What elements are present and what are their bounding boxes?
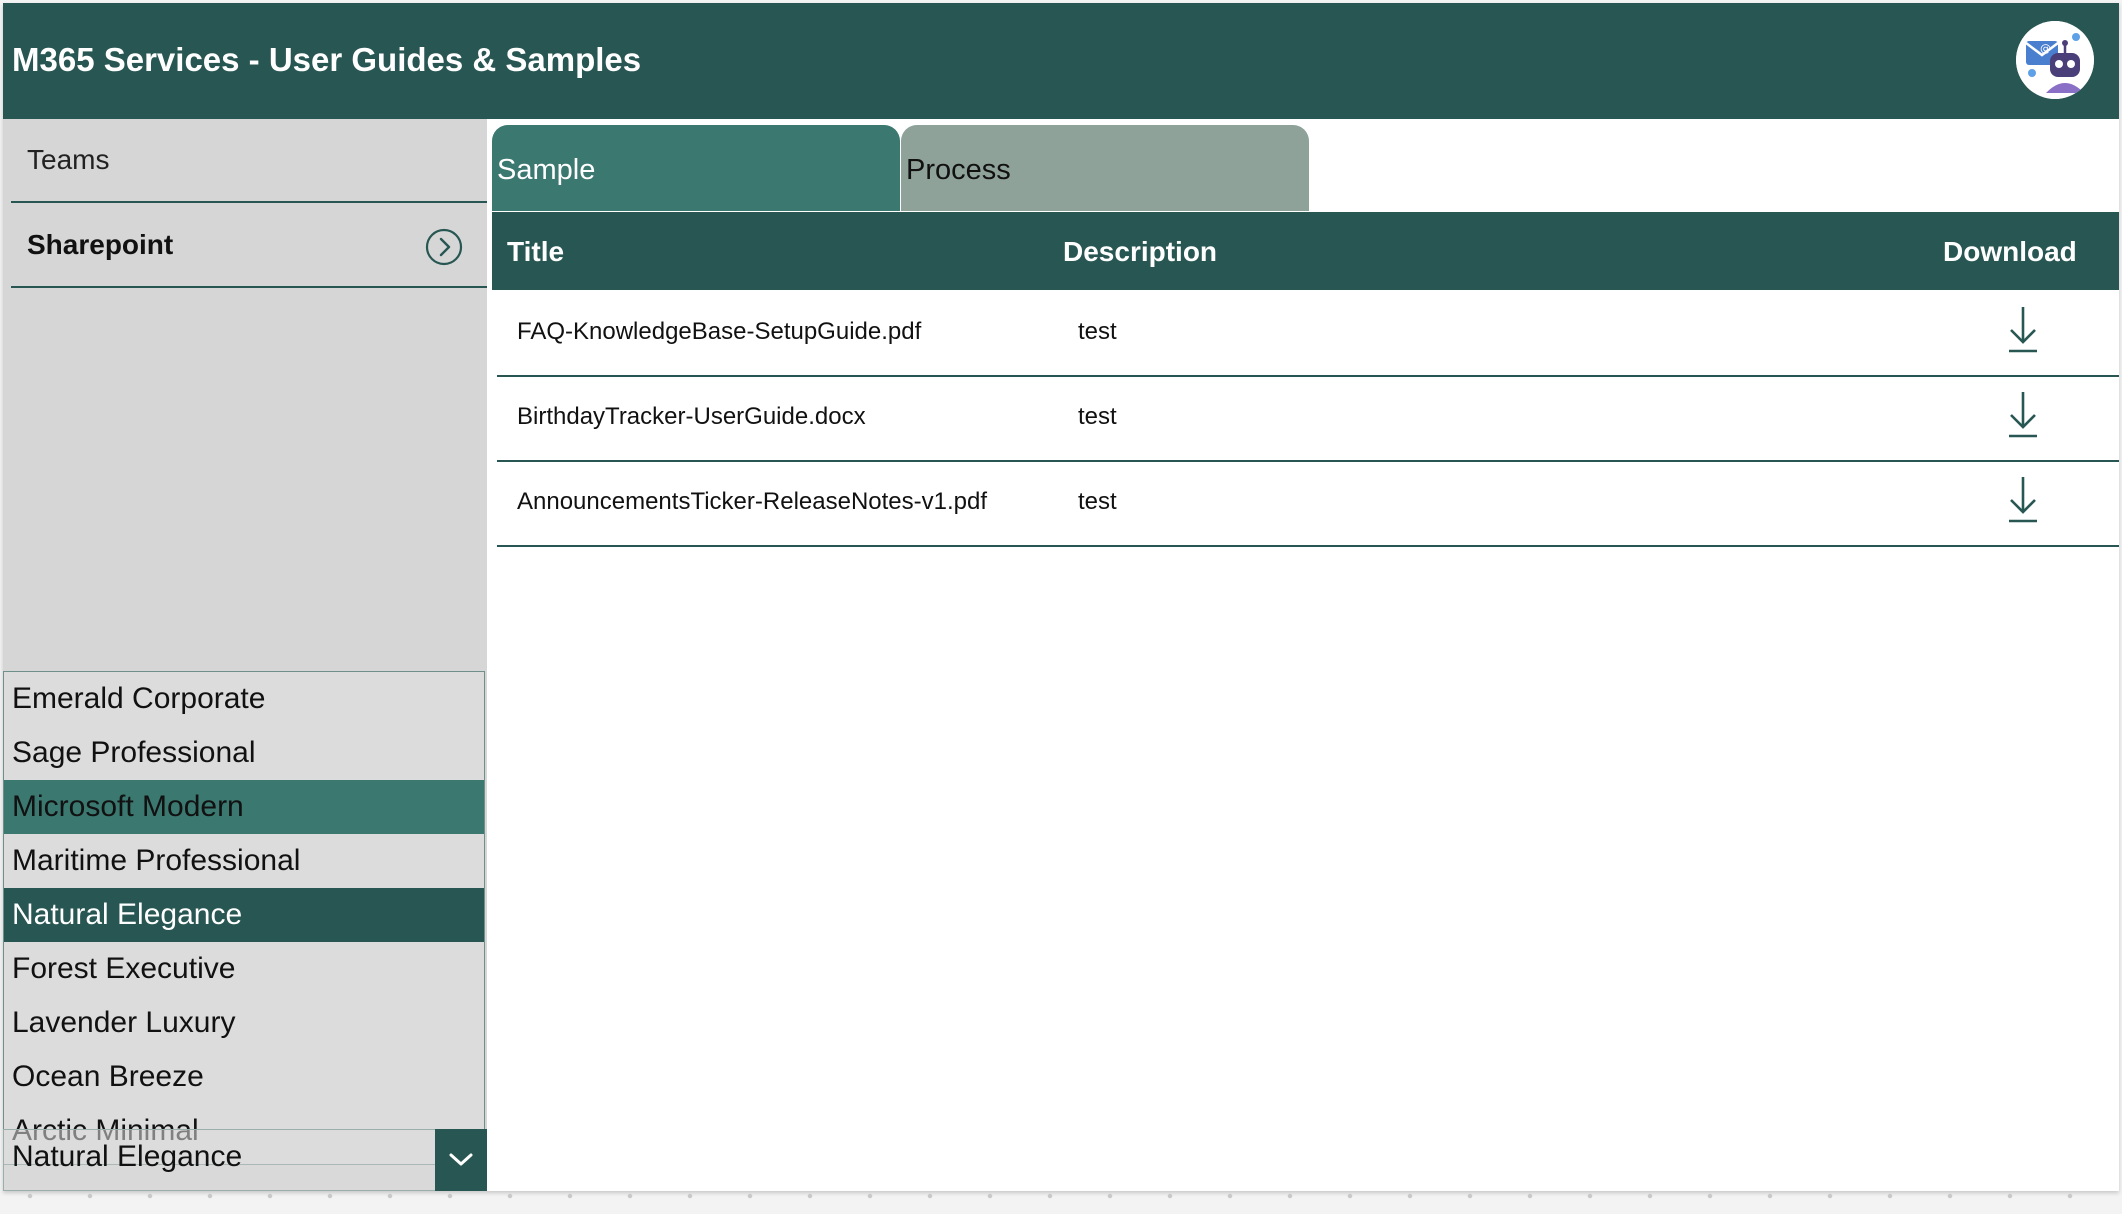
- theme-dropdown[interactable]: Natural Elegance: [3, 1129, 487, 1191]
- download-arrow-icon[interactable]: [2007, 304, 2039, 354]
- theme-option-natural-elegance[interactable]: Natural Elegance: [4, 888, 484, 942]
- row-title: FAQ-KnowledgeBase-SetupGuide.pdf: [517, 318, 922, 345]
- row-description: test: [1078, 403, 1117, 430]
- table-row: FAQ-KnowledgeBase-SetupGuide.pdf test: [497, 292, 2119, 377]
- row-description: test: [1078, 488, 1117, 515]
- row-title: AnnouncementsTicker-ReleaseNotes-v1.pdf: [517, 488, 988, 515]
- theme-option-forest-executive[interactable]: Forest Executive: [4, 942, 484, 996]
- svg-text:@: @: [2040, 42, 2051, 55]
- tab-label: Process: [906, 154, 1011, 186]
- bottom-divider: [0, 1193, 2122, 1199]
- theme-option-emerald-corporate[interactable]: Emerald Corporate: [4, 672, 484, 726]
- tab-label: Sample: [497, 154, 596, 186]
- download-arrow-icon[interactable]: [2007, 474, 2039, 524]
- theme-dropdown-value: Natural Elegance: [12, 1140, 243, 1173]
- column-header-description: Description: [1063, 236, 1218, 267]
- sidebar-item-sharepoint[interactable]: Sharepoint: [11, 204, 487, 288]
- app-window: M365 Services - User Guides & Samples @ …: [3, 3, 2119, 1191]
- table-row: AnnouncementsTicker-ReleaseNotes-v1.pdf …: [497, 462, 2119, 547]
- sidebar: Teams Sharepoint Emerald Corporate Sage …: [3, 119, 487, 1191]
- theme-dropdown-button[interactable]: [435, 1129, 487, 1191]
- download-arrow-icon[interactable]: [2007, 389, 2039, 439]
- theme-list[interactable]: Emerald Corporate Sage Professional Micr…: [3, 671, 485, 1165]
- table-header: Title Description Download: [492, 212, 2119, 290]
- column-header-download: Download: [1943, 236, 2077, 267]
- theme-option-microsoft-modern[interactable]: Microsoft Modern: [4, 780, 484, 834]
- sidebar-item-teams[interactable]: Teams: [11, 119, 487, 203]
- app-header: M365 Services - User Guides & Samples @: [3, 3, 2119, 119]
- sidebar-item-label: Sharepoint: [27, 229, 174, 260]
- tab-sample[interactable]: Sample: [492, 125, 900, 211]
- sidebar-item-label: Teams: [27, 144, 110, 175]
- robot-mail-avatar-icon[interactable]: @: [2016, 21, 2094, 99]
- row-title: BirthdayTracker-UserGuide.docx: [517, 403, 866, 430]
- theme-option-ocean-breeze[interactable]: Ocean Breeze: [4, 1050, 484, 1104]
- table-row: BirthdayTracker-UserGuide.docx test: [497, 377, 2119, 462]
- theme-option-lavender-luxury[interactable]: Lavender Luxury: [4, 996, 484, 1050]
- tab-process[interactable]: Process: [901, 125, 1309, 211]
- chevron-down-icon: [449, 1153, 473, 1166]
- row-description: test: [1078, 318, 1117, 345]
- page-title: M365 Services - User Guides & Samples: [12, 41, 642, 78]
- theme-option-maritime-professional[interactable]: Maritime Professional: [4, 834, 484, 888]
- column-header-title: Title: [507, 236, 565, 267]
- chevron-right-circle-icon: [425, 228, 463, 266]
- theme-option-sage-professional[interactable]: Sage Professional: [4, 726, 484, 780]
